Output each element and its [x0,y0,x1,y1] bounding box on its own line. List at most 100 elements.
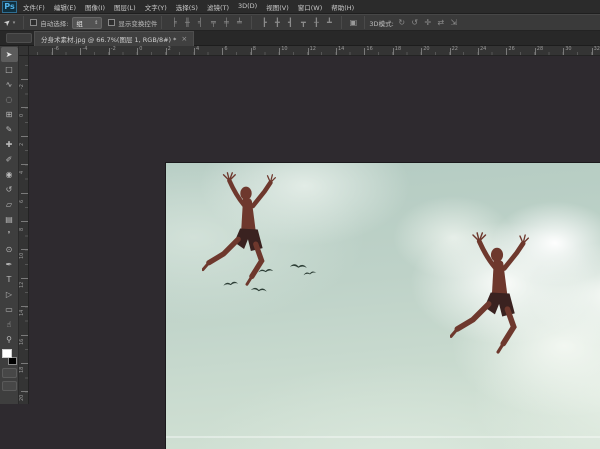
hruler-label: 2 [168,46,171,52]
distribute-button-0[interactable]: ┣ [258,17,270,29]
close-icon[interactable]: × [181,35,187,43]
gradient-tool-icon: ▤ [5,216,13,224]
crop-tool[interactable]: ⊞ [1,107,18,122]
horizontal-ruler[interactable]: -6-4-202468101214161820222426283032 [19,46,600,56]
separator [364,16,365,29]
distribute-button-1[interactable]: ╋ [271,17,283,29]
mode-3d-button-3[interactable]: ⇄ [435,17,447,29]
chevron-down-icon: ▾ [13,20,16,26]
distribute-button-2[interactable]: ┫ [284,17,296,29]
screen-mode-button[interactable] [2,381,17,391]
workspace-mini-button[interactable] [6,33,32,43]
pen-tool-icon: ✒ [6,261,13,269]
quick-mask-button[interactable] [2,368,17,378]
lasso-tool-icon: ∿ [6,81,13,89]
hand-tool[interactable]: ☝ [1,317,18,332]
align-button-4[interactable]: ╪ [220,17,232,29]
vruler-label: 14 [19,306,25,316]
menu-item-filter[interactable]: 滤镜(T) [207,2,229,12]
separator [23,16,24,29]
auto-select-label: 自动选择: [40,18,68,28]
hruler-tick [194,48,195,55]
menu-items: 文件(F) 编辑(E) 图像(I) 图层(L) 文字(Y) 选择(S) 滤镜(T) 3D(D)… [23,2,354,12]
document-tab[interactable]: 分身术素材.jpg @ 66.7%(图层 1, RGB/8#) * × [34,31,194,46]
hruler-tick [251,48,252,55]
shape-tool[interactable]: ▭ [1,302,18,317]
eyedropper-tool[interactable]: ✎ [1,122,18,137]
vruler-label: 2 [19,136,25,146]
history-brush-tool[interactable]: ↺ [1,182,18,197]
clone-stamp-tool[interactable]: ◉ [1,167,18,182]
hruler-tick [421,48,422,55]
background-color-swatch[interactable] [8,357,17,365]
options-bar: ➤ ▾ 自动选择: 组 ⇕ 显示变换控件 ╞╫╡╤╪╧ ┣╋┫┳╂┻ ▣ 3D模… [0,14,600,31]
align-button-5[interactable]: ╧ [233,17,245,29]
hruler-label: 4 [196,46,199,52]
hruler-tick [535,48,536,55]
path-select-tool[interactable]: ▷ [1,287,18,302]
pen-tool[interactable]: ✒ [1,257,18,272]
auto-align-layers-button[interactable]: ▣ [346,17,360,29]
zoom-tool[interactable]: ⚲ [1,332,18,347]
dropdown-arrows-icon: ⇕ [94,20,98,26]
menu-item-help[interactable]: 帮助(H) [331,2,354,12]
menu-item-window[interactable]: 窗口(W) [298,2,323,12]
hruler-label: 18 [395,46,401,52]
tool-preset-picker[interactable]: ➤ ▾ [0,18,19,27]
auto-select-dropdown[interactable]: 组 ⇕ [72,17,102,29]
gradient-tool[interactable]: ▤ [1,212,18,227]
distribute-button-4[interactable]: ╂ [310,17,322,29]
blur-tool-icon: ❜ [8,231,11,239]
bird-icon-4 [301,261,317,282]
menu-bar: Ps 文件(F)编辑(E)图像(I)图层(L)文字(Y)选择(S)滤镜(T)3D… [0,0,600,14]
type-tool[interactable]: T [1,272,18,287]
align-button-3[interactable]: ╤ [207,17,219,29]
foreground-color-swatch[interactable] [2,349,12,358]
tool-list: ➤□ ∿ ◌⊞✎✚✐◉↺▱ ▤ ❜ ⊙ ✒ T▷▭ ☝ ⚲ [1,47,18,347]
quick-select-tool[interactable]: ◌ [1,92,18,107]
menu-item-image[interactable]: 图像(I) [85,2,105,12]
mode-3d-button-4[interactable]: ⇲ [448,17,460,29]
mode-3d-button-0[interactable]: ↻ [396,17,408,29]
marquee-tool[interactable]: □ [1,62,18,77]
auto-select-checkbox[interactable] [30,19,37,26]
auto-select-value: 组 [76,18,83,28]
menu-item-view[interactable]: 视图(V) [266,2,289,12]
distribute-button-3[interactable]: ┳ [297,17,309,29]
healing-brush-tool[interactable]: ✚ [1,137,18,152]
hruler-label: -6 [54,46,59,52]
align-button-0[interactable]: ╞ [168,17,180,29]
brush-tool[interactable]: ✐ [1,152,18,167]
menu-item-type[interactable]: 文字(Y) [145,2,167,12]
vruler-label: 8 [19,221,25,231]
hruler-tick [222,48,223,55]
vruler-label: 4 [19,164,25,174]
document-canvas[interactable] [166,163,600,449]
hand-tool-icon: ☝ [7,321,12,329]
align-button-1[interactable]: ╫ [181,17,193,29]
lasso-tool[interactable]: ∿ [1,77,18,92]
hruler-label: 0 [139,46,142,52]
distribute-buttons: ┣╋┫┳╂┻ [258,17,335,29]
menu-item-edit[interactable]: 编辑(E) [54,2,76,12]
jumping-figure-right [450,229,544,358]
dodge-tool-icon: ⊙ [6,246,13,254]
menu-item-select[interactable]: 选择(S) [176,2,198,12]
blur-tool[interactable]: ❜ [1,227,18,242]
show-transform-checkbox[interactable] [108,19,115,26]
hruler-tick [506,48,507,55]
distribute-button-5[interactable]: ┻ [323,17,335,29]
separator [161,16,162,29]
align-button-2[interactable]: ╡ [194,17,206,29]
move-tool[interactable]: ➤ [1,47,18,62]
menu-item-file[interactable]: 文件(F) [23,2,45,12]
horizon-line [166,436,600,438]
show-transform-label: 显示变换控件 [118,18,157,28]
mode-3d-button-1[interactable]: ↺ [409,17,421,29]
mode-3d-button-2[interactable]: ✛ [422,17,434,29]
menu-item-layer[interactable]: 图层(L) [114,2,136,12]
menu-item-3d[interactable]: 3D(D) [238,2,257,12]
dodge-tool[interactable]: ⊙ [1,242,18,257]
vertical-ruler[interactable]: -202468101214161820 [19,56,29,404]
eraser-tool[interactable]: ▱ [1,197,18,212]
